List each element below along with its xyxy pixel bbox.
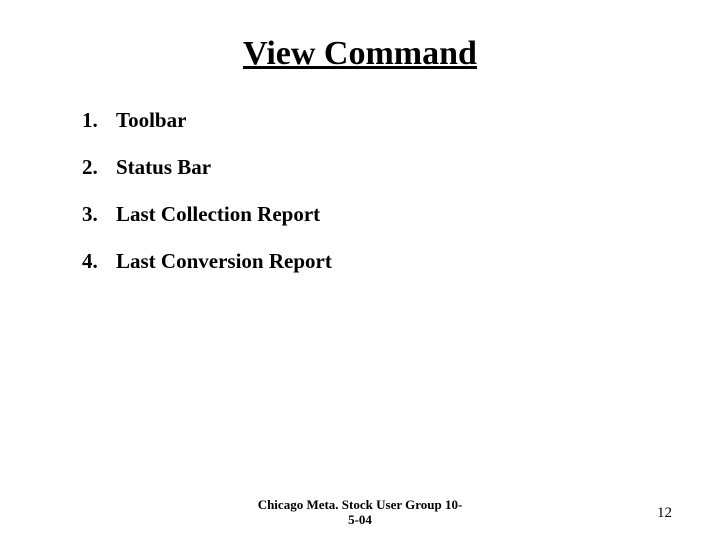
page-number: 12 <box>657 505 672 522</box>
list-item: 4. Last Conversion Report <box>82 249 650 274</box>
list-label: Last Conversion Report <box>116 249 332 274</box>
list-label: Toolbar <box>116 108 186 133</box>
footer-text: Chicago Meta. Stock User Group 10- 5-04 <box>258 497 463 528</box>
list-number: 4. <box>82 249 102 274</box>
list-number: 3. <box>82 202 102 227</box>
footer-line1: Chicago Meta. Stock User Group 10- <box>258 497 463 512</box>
page-title: View Command <box>70 35 650 73</box>
list-number: 2. <box>82 155 102 180</box>
list-item: 1. Toolbar <box>82 108 650 133</box>
slide: View Command 1. Toolbar 2. Status Bar 3.… <box>0 0 720 540</box>
list-label: Last Collection Report <box>116 202 320 227</box>
numbered-list: 1. Toolbar 2. Status Bar 3. Last Collect… <box>70 108 650 274</box>
list-item: 2. Status Bar <box>82 155 650 180</box>
list-item: 3. Last Collection Report <box>82 202 650 227</box>
list-number: 1. <box>82 108 102 133</box>
footer: Chicago Meta. Stock User Group 10- 5-04 <box>0 497 720 528</box>
list-label: Status Bar <box>116 155 211 180</box>
footer-line2: 5-04 <box>348 512 372 527</box>
